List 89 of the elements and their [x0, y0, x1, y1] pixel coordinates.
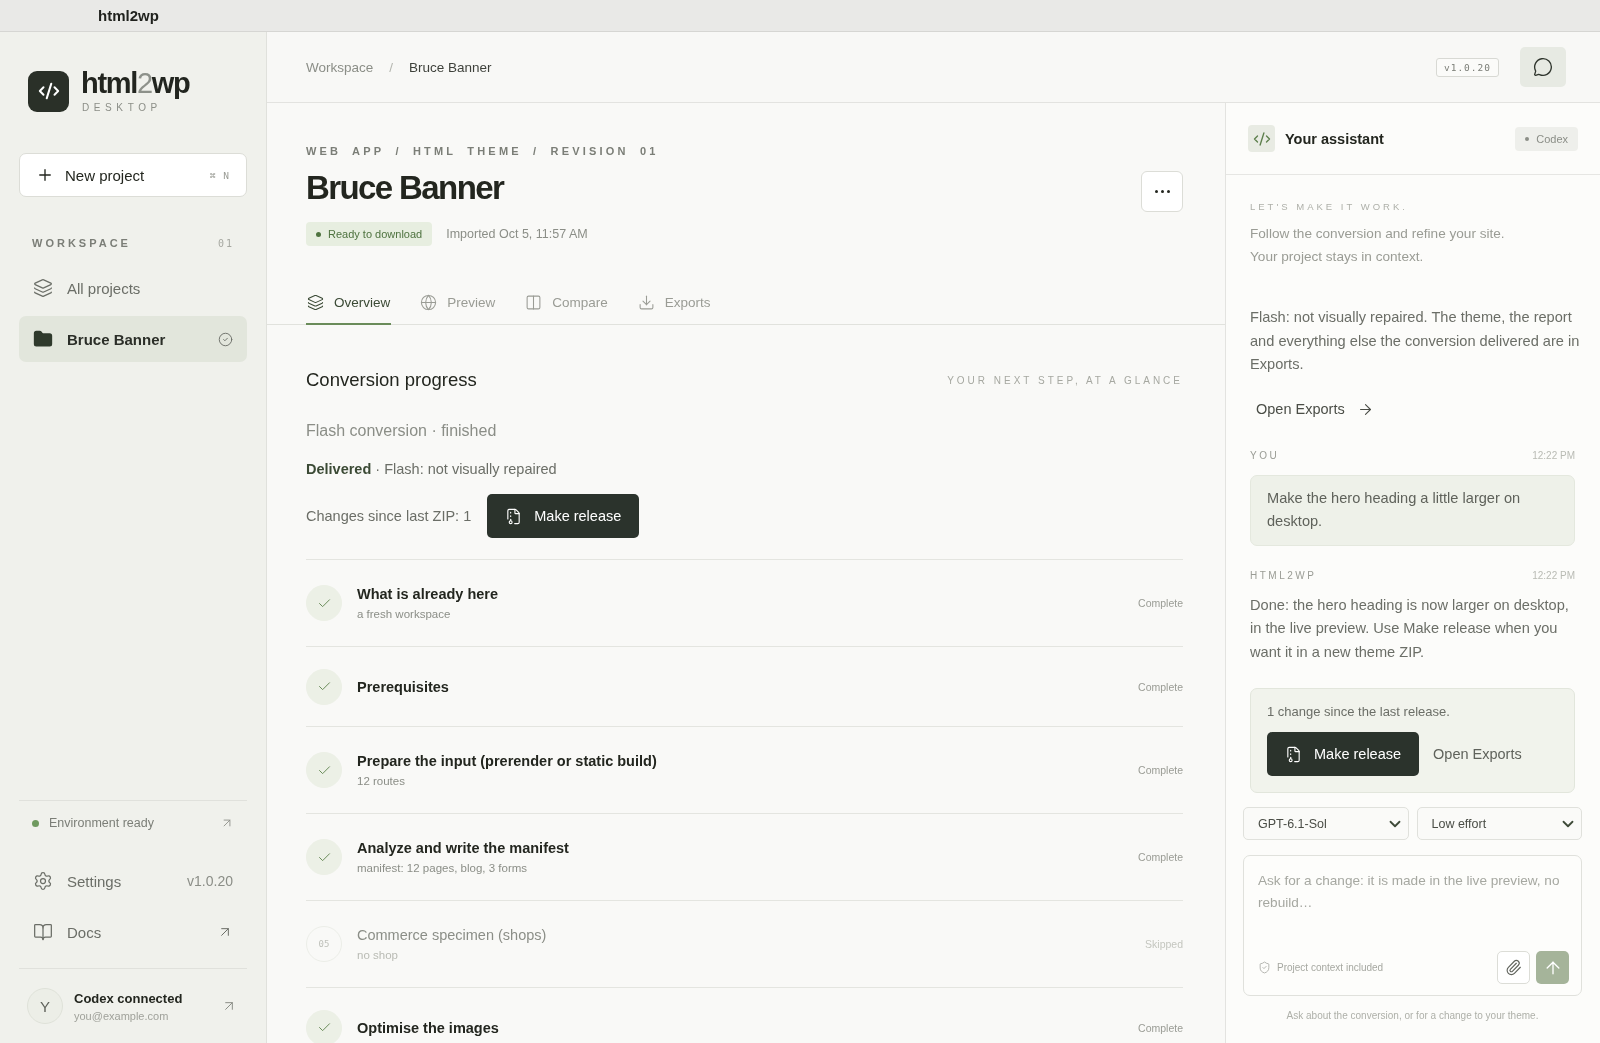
effort-select[interactable]: Low effort	[1416, 807, 1582, 840]
send-button[interactable]	[1536, 951, 1569, 984]
project-title: Bruce Banner	[306, 169, 504, 207]
plus-icon	[36, 166, 54, 184]
intro-label: LET'S MAKE IT WORK.	[1250, 201, 1409, 212]
settings-link[interactable]: Settings v1.0.20	[19, 858, 247, 904]
message-input[interactable]: Ask for a change: it is made in the live preview, no rebuild…	[1258, 870, 1569, 951]
chat-button[interactable]	[1520, 47, 1566, 87]
app-wordmark: html2wp	[81, 69, 190, 98]
shortcut-hint: ⌘ N	[209, 169, 230, 181]
step-detail: manifest: 12 pages, blog, 3 forms	[357, 862, 529, 874]
status-text: Ready to download	[328, 228, 423, 240]
new-project-button[interactable]: New project ⌘ N	[19, 153, 247, 197]
model-select[interactable]: GPT-6.1-Sol	[1243, 807, 1409, 840]
step-title: Analyze and write the manifest	[357, 840, 570, 856]
layers-icon	[307, 294, 324, 311]
file-archive-icon	[1285, 745, 1302, 763]
result-text: Delivered · Flash: not visually repaired	[306, 461, 558, 477]
step-status: Complete	[1138, 851, 1183, 863]
paperclip-icon	[1505, 959, 1522, 976]
project-path: WEB APP / HTML THEME / REVISION 01	[306, 145, 660, 157]
version-text: v1.0.20	[187, 873, 233, 889]
step-status: Complete	[1138, 1021, 1183, 1034]
layers-icon	[33, 278, 53, 298]
code-logo-icon	[28, 70, 69, 112]
breadcrumb-separator: /	[389, 59, 394, 75]
settings-icon	[33, 871, 53, 891]
account-name: Codex connected	[74, 990, 184, 1006]
attach-button[interactable]	[1497, 951, 1530, 984]
message-time: 12:22 PM	[1532, 449, 1575, 461]
open-exports-link[interactable]: Open Exports	[1250, 396, 1380, 422]
section-label: WORKSPACE	[32, 237, 131, 249]
step-status: Complete	[1138, 597, 1183, 609]
app-subtitle: DESKTOP	[82, 102, 163, 113]
agent-name: Codex	[1536, 132, 1568, 145]
make-release-button[interactable]: Make release	[1267, 732, 1420, 776]
assistant-message: Flash: not visually repaired. The theme, the report and everything else the conversion delivered are in Exports.	[1250, 308, 1580, 374]
globe-icon	[420, 294, 438, 311]
imported-date: Imported Oct 5, 11:57 AM	[446, 227, 588, 241]
status-dot-icon	[1525, 136, 1530, 141]
context-note: Project context included	[1277, 962, 1385, 973]
account-email: you@example.com	[74, 1009, 170, 1022]
assistant-message: Done: the hero heading is now larger on desktop, in the live preview. Use Make release when you want it in a new theme ZIP.	[1250, 595, 1570, 662]
file-archive-icon	[505, 507, 523, 525]
section-count: 01	[217, 237, 234, 249]
columns-icon	[525, 294, 543, 311]
window-title: html2wp	[98, 7, 159, 24]
release-note: 1 change since the last release.	[1267, 704, 1451, 719]
open-exports-button[interactable]: Open Exports	[1433, 746, 1522, 762]
docs-link[interactable]: Docs	[19, 909, 247, 955]
book-icon	[33, 922, 53, 942]
make-release-button[interactable]: Make release	[487, 494, 640, 538]
breadcrumb-link[interactable]: Bruce Banner	[409, 59, 492, 75]
folder-icon	[33, 329, 53, 349]
section-title: Conversion progress	[306, 369, 477, 391]
step-title: What is already here	[357, 586, 500, 602]
message-time: 12:22 PM	[1532, 569, 1575, 581]
step-title: Commerce specimen (shops)	[357, 927, 548, 943]
download-icon	[637, 294, 655, 311]
sidebar-item[interactable]: All projects	[19, 265, 247, 311]
sidebar-item[interactable]: Bruce Banner	[19, 316, 247, 362]
tab[interactable]: Overview	[306, 294, 392, 325]
step-title: Prepare the input (prerender or static build)	[357, 753, 658, 769]
ellipsis-icon	[1154, 190, 1170, 193]
user-avatar: Y	[27, 988, 63, 1024]
step-detail: no shop	[357, 949, 399, 961]
section-hint: YOUR NEXT STEP, AT A GLANCE	[947, 374, 1183, 386]
chat-bubble-icon	[1533, 57, 1553, 77]
user-message: Make the hero heading a little larger on desktop.	[1250, 474, 1575, 546]
message-author: HTML2WP	[1250, 569, 1317, 581]
composer-hint: Ask about the conversion, or for a change to your theme.	[1285, 1010, 1540, 1021]
step-status: Complete	[1138, 680, 1183, 693]
run-status: Flash conversion · finished	[306, 422, 498, 440]
panel-title: Your assistant	[1285, 130, 1384, 147]
step-title: Optimise the images	[357, 1019, 500, 1036]
step-title: Prerequisites	[357, 678, 450, 695]
environment-status[interactable]: Environment ready	[19, 801, 247, 845]
intro-text: Your project stays in context.	[1250, 248, 1425, 266]
step-detail: a fresh workspace	[357, 608, 452, 620]
intro-text: Follow the conversion and refine your site.	[1250, 225, 1506, 243]
shield-check-icon	[1258, 961, 1271, 974]
status-dot-icon	[316, 231, 321, 237]
breadcrumb-link[interactable]: Workspace	[306, 59, 374, 75]
changes-count: Changes since last ZIP: 1	[306, 508, 472, 524]
version-badge: v1.0.20	[1435, 57, 1499, 77]
step-detail: 12 routes	[357, 775, 406, 787]
code-icon	[1248, 125, 1275, 152]
message-author: YOU	[1250, 449, 1280, 461]
step-status: Complete	[1138, 764, 1183, 776]
